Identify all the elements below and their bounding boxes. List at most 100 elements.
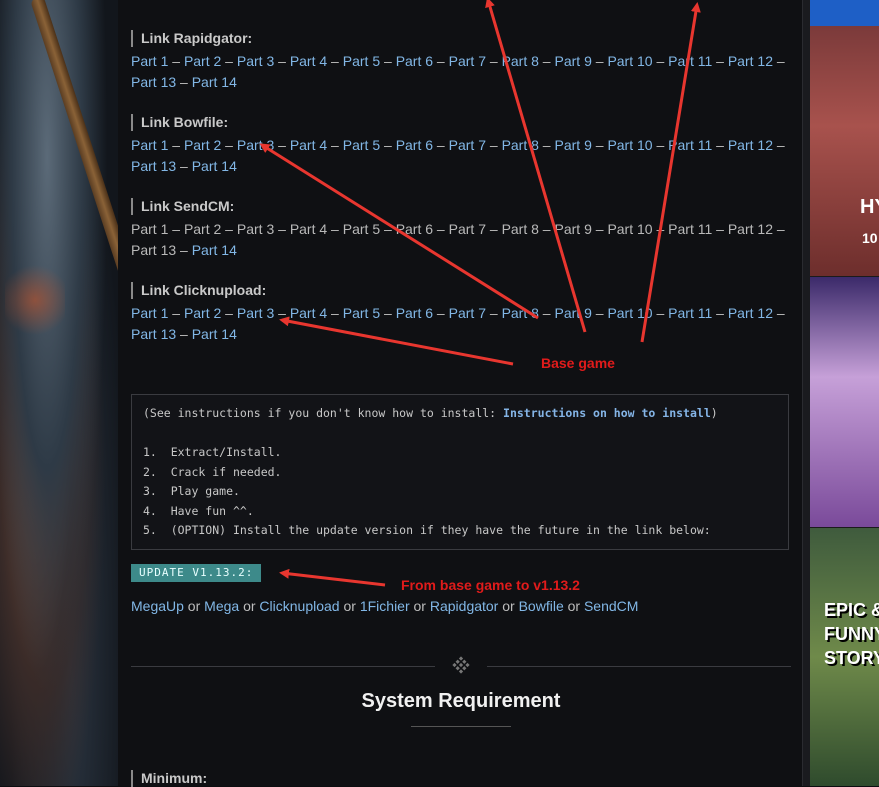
part-link[interactable]: Part 6 bbox=[396, 53, 433, 69]
part-link[interactable]: Part 5 bbox=[343, 137, 380, 153]
part-links: Part 1 – Part 2 – Part 3 – Part 4 – Part… bbox=[131, 303, 801, 345]
part-link[interactable]: Part 3 bbox=[237, 221, 274, 237]
part-link[interactable]: Part 13 bbox=[131, 242, 176, 258]
part-link[interactable]: Part 1 bbox=[131, 305, 168, 321]
part-link[interactable]: Part 9 bbox=[555, 305, 592, 321]
part-link[interactable]: Part 11 bbox=[668, 53, 712, 69]
separator: – bbox=[538, 221, 555, 237]
part-link[interactable]: Part 3 bbox=[237, 137, 274, 153]
mirror-joiner: or bbox=[409, 598, 430, 614]
update-mirror-links: MegaUp or Mega or Clicknupload or 1Fichi… bbox=[131, 596, 638, 616]
separator: – bbox=[433, 53, 449, 69]
part-link[interactable]: Part 14 bbox=[192, 326, 237, 342]
part-link[interactable]: Part 9 bbox=[555, 53, 592, 69]
part-link[interactable]: Part 4 bbox=[290, 137, 327, 153]
separator: – bbox=[712, 221, 728, 237]
part-link[interactable]: Part 1 bbox=[131, 221, 168, 237]
part-link[interactable]: Part 8 bbox=[502, 305, 539, 321]
part-link[interactable]: Part 6 bbox=[396, 137, 433, 153]
mirror-link[interactable]: Bowfile bbox=[519, 598, 564, 614]
separator: – bbox=[652, 53, 669, 69]
part-link[interactable]: Part 6 bbox=[396, 221, 433, 237]
part-link[interactable]: Part 14 bbox=[192, 74, 237, 90]
part-link[interactable]: Part 3 bbox=[237, 305, 274, 321]
mirror-link[interactable]: MegaUp bbox=[131, 598, 184, 614]
part-link[interactable]: Part 5 bbox=[343, 221, 380, 237]
part-link[interactable]: Part 7 bbox=[449, 137, 486, 153]
mirror-link[interactable]: Mega bbox=[204, 598, 239, 614]
annotation-update-note: From base game to v1.13.2 bbox=[401, 577, 580, 593]
part-link[interactable]: Part 6 bbox=[396, 305, 433, 321]
part-link[interactable]: Part 11 bbox=[668, 305, 712, 321]
mirror-link[interactable]: Rapidgator bbox=[430, 598, 499, 614]
part-link[interactable]: Part 13 bbox=[131, 74, 176, 90]
part-link[interactable]: Part 7 bbox=[449, 221, 486, 237]
part-link[interactable]: Part 10 bbox=[607, 305, 652, 321]
separator: – bbox=[433, 221, 449, 237]
separator: – bbox=[591, 221, 608, 237]
part-link[interactable]: Part 10 bbox=[607, 53, 652, 69]
separator: – bbox=[327, 305, 343, 321]
mirror-link[interactable]: Clicknupload bbox=[259, 598, 339, 614]
part-link[interactable]: Part 13 bbox=[131, 158, 176, 174]
part-link[interactable]: Part 11 bbox=[668, 221, 712, 237]
part-link[interactable]: Part 9 bbox=[555, 221, 592, 237]
separator: – bbox=[591, 53, 608, 69]
instructions-link[interactable]: Instructions on how to install bbox=[503, 406, 711, 420]
separator: – bbox=[274, 53, 290, 69]
mirror-link[interactable]: SendCM bbox=[584, 598, 638, 614]
ember-glow-art bbox=[5, 260, 65, 340]
part-link[interactable]: Part 7 bbox=[449, 305, 486, 321]
part-link[interactable]: Part 14 bbox=[192, 158, 237, 174]
part-link[interactable]: Part 8 bbox=[502, 137, 539, 153]
part-link[interactable]: Part 12 bbox=[728, 305, 773, 321]
part-link[interactable]: Part 13 bbox=[131, 326, 176, 342]
separator: – bbox=[176, 74, 192, 90]
part-link[interactable]: Part 4 bbox=[290, 53, 327, 69]
separator: – bbox=[591, 137, 608, 153]
part-link[interactable]: Part 14 bbox=[192, 242, 237, 258]
sidebar-ads[interactable]: HY 10 EPIC & FUNNY STORY bbox=[810, 0, 879, 786]
part-links: Part 1 – Part 2 – Part 3 – Part 4 – Part… bbox=[131, 51, 801, 93]
part-link[interactable]: Part 2 bbox=[184, 221, 221, 237]
part-link[interactable]: Part 3 bbox=[237, 53, 274, 69]
separator: – bbox=[168, 221, 184, 237]
part-link[interactable]: Part 12 bbox=[728, 137, 773, 153]
part-link[interactable]: Part 5 bbox=[343, 305, 380, 321]
minimum-heading: Minimum: bbox=[131, 770, 207, 787]
heading-underline bbox=[411, 726, 511, 727]
ad-epic-line: FUNNY bbox=[824, 624, 879, 644]
part-link[interactable]: Part 2 bbox=[184, 53, 221, 69]
separator: – bbox=[221, 137, 237, 153]
ornament-diamond-icon bbox=[452, 656, 470, 674]
part-link[interactable]: Part 4 bbox=[290, 221, 327, 237]
part-link[interactable]: Part 2 bbox=[184, 305, 221, 321]
separator: – bbox=[221, 221, 237, 237]
sidebar-divider bbox=[802, 0, 810, 786]
part-link[interactable]: Part 12 bbox=[728, 53, 773, 69]
ad-banner-anime[interactable] bbox=[810, 277, 879, 527]
part-link[interactable]: Part 8 bbox=[502, 53, 539, 69]
part-link[interactable]: Part 7 bbox=[449, 53, 486, 69]
separator: – bbox=[712, 53, 728, 69]
mirror-link[interactable]: 1Fichier bbox=[360, 598, 410, 614]
part-link[interactable]: Part 2 bbox=[184, 137, 221, 153]
separator: – bbox=[274, 137, 290, 153]
part-link[interactable]: Part 1 bbox=[131, 53, 168, 69]
part-link[interactable]: Part 4 bbox=[290, 305, 327, 321]
part-link[interactable]: Part 10 bbox=[607, 137, 652, 153]
part-link[interactable]: Part 8 bbox=[502, 221, 539, 237]
instructions-intro: (See instructions if you don't know how … bbox=[143, 404, 777, 424]
update-badge: UPDATE V1.13.2: bbox=[131, 564, 262, 582]
part-link[interactable]: Part 1 bbox=[131, 137, 168, 153]
download-section: Link Rapidgator: Part 1 – Part 2 – Part 3… bbox=[131, 30, 801, 93]
ad-banner-top[interactable] bbox=[810, 0, 879, 26]
mirror-joiner: or bbox=[339, 598, 360, 614]
part-link[interactable]: Part 9 bbox=[555, 137, 592, 153]
separator: – bbox=[538, 137, 555, 153]
part-link[interactable]: Part 10 bbox=[607, 221, 652, 237]
install-instructions-box: (See instructions if you don't know how … bbox=[131, 394, 789, 550]
part-link[interactable]: Part 11 bbox=[668, 137, 712, 153]
part-link[interactable]: Part 5 bbox=[343, 53, 380, 69]
part-link[interactable]: Part 12 bbox=[728, 221, 773, 237]
